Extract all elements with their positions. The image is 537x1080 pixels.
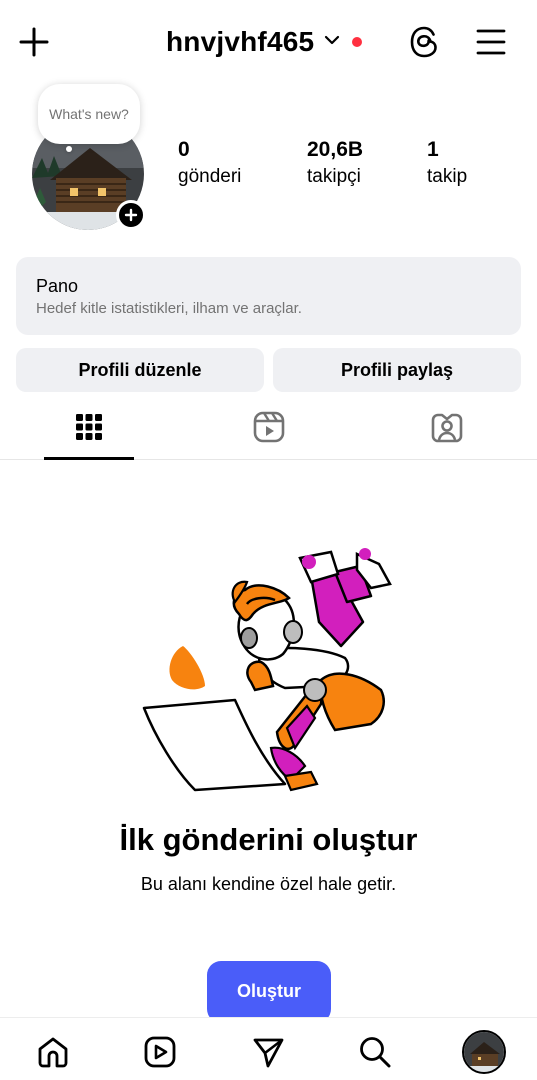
account-switcher[interactable]: hnvjvhf465 (166, 22, 363, 62)
create-post-button[interactable]: Oluştur (207, 961, 331, 1023)
stat-following[interactable]: 1 takip (427, 138, 467, 189)
empty-state-title: İlk gönderini oluştur (119, 822, 418, 857)
reels-icon[interactable] (140, 1032, 180, 1072)
edit-profile-button[interactable]: Profili düzenle (16, 348, 264, 392)
followers-count: 20,6B (307, 138, 364, 161)
dashboard-title: Pano (36, 276, 79, 296)
dashboard-card[interactable]: Pano Hedef kitle istatistikleri, ilham v… (16, 257, 521, 335)
threads-icon[interactable] (404, 22, 444, 62)
note-bubble[interactable]: What's new? (38, 84, 140, 144)
reels-icon (253, 411, 285, 448)
tagged-icon (431, 411, 463, 448)
grid-icon (75, 413, 103, 446)
profile-tabs (0, 398, 537, 460)
stat-posts[interactable]: 0 gönderi (178, 138, 241, 189)
username: hnvjvhf465 (166, 26, 315, 57)
followers-label: takipçi (307, 166, 361, 187)
notification-dot (352, 37, 363, 47)
plus-icon[interactable] (14, 22, 54, 62)
following-label: takip (427, 166, 468, 187)
profile-actions: Profili düzenle Profili paylaş (16, 348, 521, 392)
share-profile-button[interactable]: Profili paylaş (273, 348, 521, 392)
tab-tagged[interactable] (402, 398, 492, 460)
empty-state-illustration (135, 540, 405, 800)
chevron-down-icon (324, 33, 340, 51)
hamburger-menu-icon[interactable] (470, 22, 512, 62)
home-icon[interactable] (33, 1032, 73, 1072)
add-story-button[interactable] (116, 200, 146, 230)
following-count: 1 (427, 138, 439, 161)
direct-message-icon[interactable] (248, 1032, 288, 1072)
top-bar: hnvjvhf465 (0, 0, 537, 84)
dashboard-subtitle: Hedef kitle istatistikleri, ilham ve ara… (36, 300, 302, 317)
profile-avatar[interactable] (462, 1030, 506, 1074)
note-bubble-tail (66, 146, 72, 152)
posts-count: 0 (178, 138, 190, 161)
posts-label: gönderi (178, 166, 242, 187)
stat-followers[interactable]: 20,6B takipçi (307, 138, 363, 189)
tab-reels[interactable] (224, 398, 314, 460)
empty-state-subtitle: Bu alanı kendine özel hale getir. (140, 874, 397, 894)
tab-grid[interactable] (44, 398, 134, 460)
search-icon[interactable] (355, 1032, 395, 1072)
active-tab-indicator (44, 457, 134, 460)
bottom-navigation (0, 1017, 537, 1080)
